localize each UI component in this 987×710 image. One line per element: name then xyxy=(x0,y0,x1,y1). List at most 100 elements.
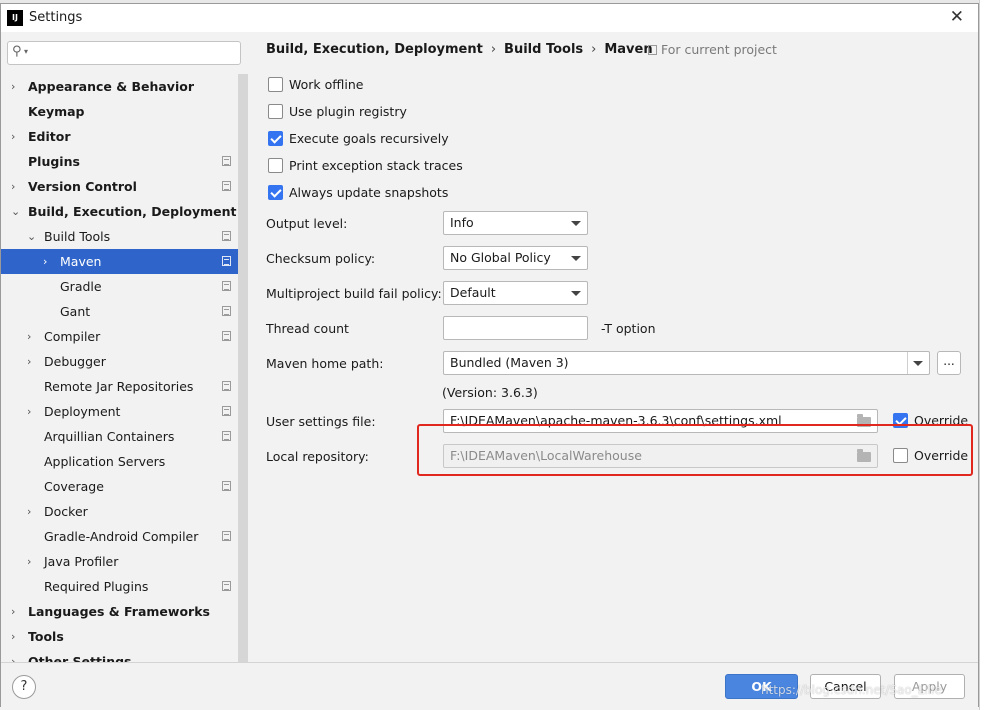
maven-settings-panel: Build, Execution, Deployment › Build Tools… xyxy=(250,32,978,662)
chevron-right-icon[interactable]: › xyxy=(11,649,15,662)
chevron-right-icon[interactable]: › xyxy=(11,599,15,624)
project-level-icon xyxy=(222,256,231,266)
sidebar-item[interactable]: Gradle xyxy=(1,274,238,299)
update-snapshots-checkbox[interactable] xyxy=(268,185,283,200)
project-level-icon xyxy=(222,181,231,191)
project-level-icon xyxy=(222,531,231,541)
chevron-right-icon[interactable]: › xyxy=(11,74,15,99)
sidebar-item[interactable]: ⌄ Build, Execution, Deployment xyxy=(1,199,238,224)
chevron-right-icon[interactable]: › xyxy=(27,399,31,424)
output-level-value: Info xyxy=(450,215,474,230)
chevron-right-icon[interactable]: › xyxy=(43,249,47,274)
sidebar-item[interactable]: › Version Control xyxy=(1,174,238,199)
chevron-right-icon[interactable]: › xyxy=(27,499,31,524)
sidebar-item[interactable]: › Languages & Frameworks xyxy=(1,599,238,624)
fail-policy-dropdown[interactable]: Default xyxy=(443,281,588,305)
sidebar-item[interactable]: Keymap xyxy=(1,99,238,124)
sidebar-item-label: Version Control xyxy=(28,179,137,194)
chevron-right-icon[interactable]: › xyxy=(27,549,31,574)
sidebar-item-label: Required Plugins xyxy=(44,579,149,594)
sidebar-item[interactable]: › Docker xyxy=(1,499,238,524)
settings-dialog: IJ Settings ✕ ⚲ ▾ › Appearance & Behavior… xyxy=(0,3,979,708)
sidebar-item[interactable]: › Debugger xyxy=(1,349,238,374)
breadcrumb-build-tools[interactable]: Build Tools xyxy=(504,42,583,57)
settings-navigation: ⚲ ▾ › Appearance & Behavior Keymap › Editor P… xyxy=(1,32,249,662)
sidebar-item[interactable]: Application Servers xyxy=(1,449,238,474)
project-level-icon xyxy=(222,281,231,291)
goals-recursive-label: Execute goals recursively xyxy=(289,131,449,146)
chevron-down-icon xyxy=(913,361,923,366)
sidebar-item[interactable]: › Deployment xyxy=(1,399,238,424)
sidebar-item-label: Keymap xyxy=(28,104,85,119)
sidebar-item-label: Coverage xyxy=(44,479,104,494)
breadcrumb-build-execution[interactable]: Build, Execution, Deployment xyxy=(266,42,483,57)
breadcrumb-maven: Maven xyxy=(604,42,653,57)
print-traces-checkbox[interactable] xyxy=(268,158,283,173)
sidebar-item[interactable]: › Appearance & Behavior xyxy=(1,74,238,99)
thread-count-label: Thread count xyxy=(266,321,349,336)
watermark: https://blog.csdn.net/Sao_Lilie xyxy=(761,683,942,697)
project-icon xyxy=(648,45,657,55)
goals-recursive-checkbox[interactable] xyxy=(268,131,283,146)
project-level-icon xyxy=(222,581,231,591)
project-level-icon xyxy=(222,331,231,341)
project-level-icon xyxy=(222,381,231,391)
breadcrumb-separator: › xyxy=(591,42,597,57)
sidebar-item[interactable]: › Compiler xyxy=(1,324,238,349)
maven-version: (Version: 3.6.3) xyxy=(442,385,538,400)
update-snapshots-label: Always update snapshots xyxy=(289,185,449,200)
sidebar-item[interactable]: Arquillian Containers xyxy=(1,424,238,449)
project-level-icon xyxy=(222,431,231,441)
chevron-down-icon[interactable]: ⌄ xyxy=(27,224,36,249)
sidebar-item[interactable]: › Java Profiler xyxy=(1,549,238,574)
maven-home-label: Maven home path: xyxy=(266,356,384,371)
sidebar-item-label: Docker xyxy=(44,504,88,519)
sidebar-item[interactable]: Gradle-Android Compiler xyxy=(1,524,238,549)
chevron-down-icon[interactable]: ⌄ xyxy=(11,199,20,224)
search-input[interactable]: ⚲ ▾ xyxy=(7,41,241,65)
sidebar-item-label: Editor xyxy=(28,129,71,144)
sidebar-item-label: Maven xyxy=(60,254,102,269)
sidebar-item[interactable]: › Maven xyxy=(1,249,238,274)
chevron-down-icon xyxy=(571,291,581,296)
window-title: Settings xyxy=(29,10,83,25)
checksum-policy-dropdown[interactable]: No Global Policy xyxy=(443,246,588,270)
sidebar-item[interactable]: Remote Jar Repositories xyxy=(1,374,238,399)
chevron-right-icon[interactable]: › xyxy=(11,124,15,149)
help-button[interactable]: ? xyxy=(12,675,36,699)
maven-home-dropdown[interactable]: Bundled (Maven 3) xyxy=(443,351,930,375)
sidebar-item-label: Tools xyxy=(28,629,64,644)
chevron-right-icon[interactable]: › xyxy=(11,624,15,649)
local-repository-highlight xyxy=(417,424,973,476)
sidebar-item[interactable]: Plugins xyxy=(1,149,238,174)
breadcrumb-separator: › xyxy=(490,42,497,57)
sidebar-item-label: Application Servers xyxy=(44,454,166,469)
plugin-registry-checkbox[interactable] xyxy=(268,104,283,119)
sidebar-item[interactable]: › Tools xyxy=(1,624,238,649)
maven-home-browse-button[interactable]: ... xyxy=(937,351,961,375)
settings-tree: › Appearance & Behavior Keymap › Editor Plugi… xyxy=(1,74,238,662)
sidebar-item[interactable]: Gant xyxy=(1,299,238,324)
sidebar-item[interactable]: Coverage xyxy=(1,474,238,499)
thread-count-input[interactable] xyxy=(443,316,588,340)
project-level-icon xyxy=(222,156,231,166)
plugin-registry-label: Use plugin registry xyxy=(289,104,407,119)
background-editor-strip xyxy=(979,0,987,710)
output-level-dropdown[interactable]: Info xyxy=(443,211,588,235)
sidebar-item[interactable]: › Editor xyxy=(1,124,238,149)
project-level-icon xyxy=(222,306,231,316)
maven-home-value: Bundled (Maven 3) xyxy=(450,355,569,370)
print-traces-label: Print exception stack traces xyxy=(289,158,463,173)
sidebar-item[interactable]: › Other Settings xyxy=(1,649,238,662)
tree-scrollbar[interactable] xyxy=(238,74,248,662)
close-icon[interactable]: ✕ xyxy=(950,7,964,27)
chevron-right-icon[interactable]: › xyxy=(27,324,31,349)
chevron-right-icon[interactable]: › xyxy=(27,349,31,374)
sidebar-item[interactable]: ⌄ Build Tools xyxy=(1,224,238,249)
search-options-icon[interactable]: ▾ xyxy=(24,47,28,56)
dialog-button-bar: ? OK Cancel Apply https://blog.csdn.net/… xyxy=(1,662,978,708)
chevron-right-icon[interactable]: › xyxy=(11,174,15,199)
sidebar-item[interactable]: Required Plugins xyxy=(1,574,238,599)
project-scope-text: For current project xyxy=(661,42,777,57)
work-offline-checkbox[interactable] xyxy=(268,77,283,92)
